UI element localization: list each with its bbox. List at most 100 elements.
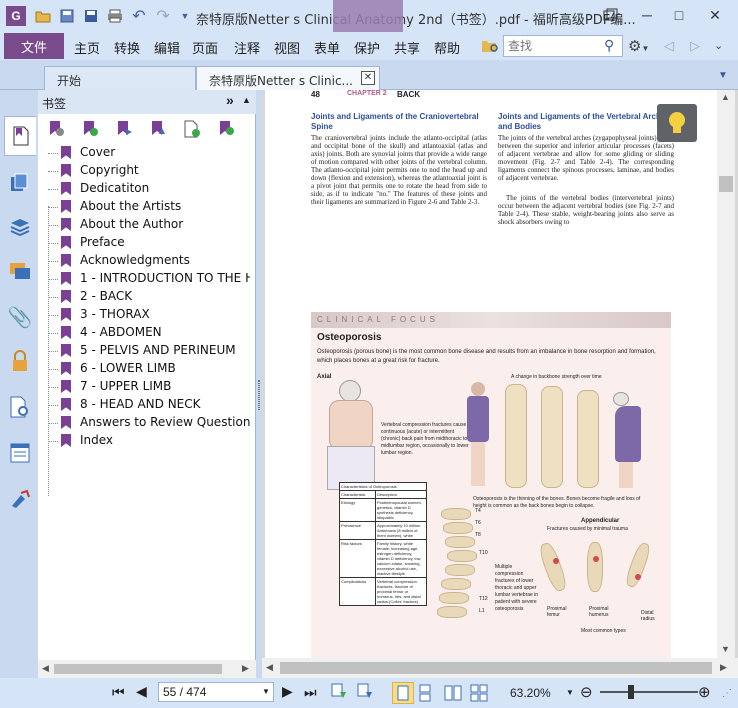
continuous-view-icon[interactable]: [418, 684, 432, 705]
collapse-panel-icon[interactable]: »: [226, 92, 234, 108]
search-document-icon[interactable]: [7, 394, 33, 420]
pin-panel-icon[interactable]: ▲: [242, 95, 251, 105]
maximize-button[interactable]: □: [664, 4, 694, 26]
bookmark-item[interactable]: Index: [48, 432, 250, 450]
security-lock-icon[interactable]: [7, 348, 33, 374]
horizontal-scroll-thumb[interactable]: [280, 662, 712, 674]
zoom-in-icon[interactable]: ⊕: [698, 683, 711, 701]
redo-icon[interactable]: ↷: [154, 7, 172, 25]
bookmark-item[interactable]: 8 - HEAD AND NECK: [48, 396, 250, 414]
tab-document[interactable]: 奈特原版Netter s Clinic... ✕: [196, 66, 380, 90]
delete-bookmark-icon[interactable]: [48, 120, 66, 138]
menu-help[interactable]: 帮助: [434, 38, 460, 57]
bookmark-item[interactable]: 3 - THORAX: [48, 306, 250, 324]
bookmark-item[interactable]: 4 - ABDOMEN: [48, 324, 250, 342]
menu-view[interactable]: 视图: [274, 38, 300, 57]
zoom-dropdown-icon[interactable]: ▼: [566, 688, 574, 697]
bookmark-item[interactable]: 6 - LOWER LIMB: [48, 360, 250, 378]
zoom-slider-thumb[interactable]: [628, 685, 634, 699]
next-view-icon[interactable]: [356, 682, 374, 703]
document-viewer[interactable]: 48 CHAPTER 2 BACK Joints and Ligaments o…: [262, 90, 738, 678]
bookmark-item[interactable]: 7 - UPPER LIMB: [48, 378, 250, 396]
single-page-view-icon[interactable]: [392, 682, 414, 704]
menu-home[interactable]: 主页: [74, 38, 100, 57]
page-dropdown-icon[interactable]: ▼: [262, 687, 270, 696]
last-page-icon[interactable]: ⏭: [304, 684, 317, 701]
horizontal-scrollbar[interactable]: ◀ ▶: [262, 658, 738, 678]
bookmark-item[interactable]: Answers to Review Questions: [48, 414, 250, 432]
scroll-right-icon[interactable]: ▶: [242, 663, 249, 674]
panel-scroll-thumb[interactable]: [54, 664, 222, 674]
page-thumbnails-icon[interactable]: [4, 116, 36, 156]
menu-comment[interactable]: 注释: [234, 38, 260, 57]
print-icon[interactable]: [106, 7, 124, 25]
facing-view-icon[interactable]: [444, 684, 462, 705]
signature-icon[interactable]: [7, 486, 33, 512]
add-bookmark-icon[interactable]: [82, 120, 100, 138]
save-icon[interactable]: [58, 7, 76, 25]
scroll-left-icon[interactable]: ◀: [266, 662, 273, 673]
open-icon[interactable]: [34, 7, 52, 25]
layers-icon[interactable]: [7, 214, 33, 240]
layers-pages-icon[interactable]: [7, 170, 33, 196]
save-as-icon[interactable]: [82, 7, 100, 25]
zoom-out-icon[interactable]: ⊖: [580, 683, 593, 701]
form-fields-icon[interactable]: [7, 440, 33, 466]
bookmark-item[interactable]: Acknowledgments: [48, 252, 250, 270]
menu-protect[interactable]: 保护: [354, 38, 380, 57]
scroll-right-icon[interactable]: ▶: [720, 662, 727, 673]
bookmark-item[interactable]: 1 - INTRODUCTION TO THE HU: [48, 270, 250, 288]
minimize-button[interactable]: ─: [632, 4, 662, 26]
restore-icon[interactable]: [596, 4, 626, 26]
bookmark-item[interactable]: Dedicatiton: [48, 180, 250, 198]
menu-share[interactable]: 共享: [394, 38, 420, 57]
scroll-left-icon[interactable]: ◀: [42, 663, 49, 674]
search-input[interactable]: [504, 36, 600, 56]
comments-icon[interactable]: [7, 258, 33, 284]
prev-view-icon[interactable]: [330, 682, 348, 703]
first-page-icon[interactable]: ⏮: [112, 684, 125, 701]
scroll-down-icon[interactable]: ▼: [721, 644, 730, 654]
nav-back-icon[interactable]: ◁: [664, 38, 674, 54]
vertical-scrollbar[interactable]: ▲ ▼: [717, 90, 735, 658]
menu-page[interactable]: 页面: [192, 38, 218, 57]
folder-search-icon[interactable]: [481, 38, 499, 57]
menu-edit[interactable]: 编辑: [154, 38, 180, 57]
scroll-up-icon[interactable]: ▲: [721, 92, 730, 102]
resize-grip-icon[interactable]: ⋰: [722, 688, 732, 699]
bookmark-item[interactable]: Cover: [48, 144, 250, 162]
settings-gear-icon[interactable]: ⚙▼: [628, 37, 649, 55]
attachment-icon[interactable]: 📎: [7, 304, 33, 330]
continuous-facing-view-icon[interactable]: [470, 684, 488, 705]
search-icon[interactable]: ⚲: [604, 37, 614, 54]
prev-page-icon[interactable]: ◀: [136, 683, 147, 700]
app-logo-icon[interactable]: G: [6, 6, 26, 26]
next-page-icon[interactable]: ▶: [282, 683, 293, 700]
bookmark-item[interactable]: About the Artists: [48, 198, 250, 216]
file-menu-button[interactable]: 文件: [4, 33, 64, 59]
vertical-scroll-thumb[interactable]: [719, 176, 733, 192]
ribbon-toggle-icon[interactable]: ⌄: [714, 39, 723, 52]
promote-bookmark-icon[interactable]: [150, 120, 168, 138]
bookmark-item[interactable]: 5 - PELVIS AND PERINEUM: [48, 342, 250, 360]
close-button[interactable]: ✕: [700, 4, 730, 26]
tab-close-icon[interactable]: ✕: [361, 71, 375, 85]
new-bookmark-page-icon[interactable]: [184, 120, 202, 138]
dropdown-icon[interactable]: ▼: [176, 7, 194, 25]
nav-forward-icon[interactable]: ▷: [690, 38, 700, 54]
bookmark-item[interactable]: Preface: [48, 234, 250, 252]
expand-bookmark-icon[interactable]: [116, 120, 134, 138]
menu-form[interactable]: 表单: [314, 38, 340, 57]
page-number-field[interactable]: 55 / 474: [158, 682, 274, 702]
tab-list-dropdown-icon[interactable]: ▼: [718, 70, 728, 81]
bookmark-item[interactable]: Copyright: [48, 162, 250, 180]
panel-horizontal-scrollbar[interactable]: ◀ ▶: [38, 660, 256, 678]
find-bookmark-icon[interactable]: [218, 120, 236, 138]
zoom-slider[interactable]: [600, 685, 698, 699]
tab-start[interactable]: 开始: [44, 66, 196, 90]
bookmark-item[interactable]: About the Author: [48, 216, 250, 234]
lightbulb-tip-icon[interactable]: [657, 104, 697, 142]
zoom-level[interactable]: 63.20%: [510, 686, 551, 700]
bookmark-item[interactable]: 2 - BACK: [48, 288, 250, 306]
undo-icon[interactable]: ↶: [130, 7, 148, 25]
